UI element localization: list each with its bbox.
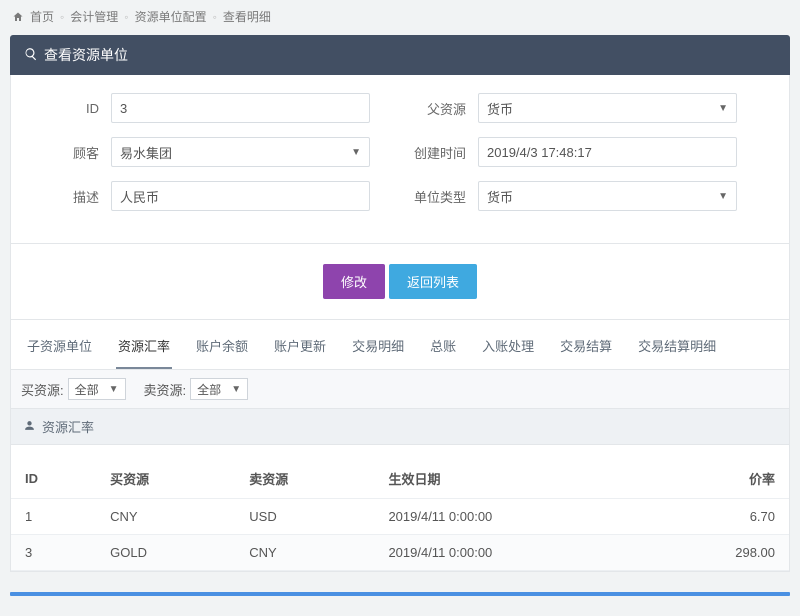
cell-rate: 298.00	[648, 535, 789, 571]
filter-sell-label: 卖资源:	[144, 380, 187, 399]
input-desc[interactable]: 人民币	[111, 181, 370, 211]
label-unit-type: 单位类型	[400, 187, 478, 206]
tab-settlement[interactable]: 交易结算	[558, 330, 614, 369]
home-icon	[12, 11, 24, 23]
cell-sell: USD	[235, 499, 374, 535]
tab-settlement-detail[interactable]: 交易结算明细	[636, 330, 718, 369]
chevron-down-icon: ▼	[718, 103, 728, 114]
col-sell[interactable]: 卖资源	[235, 459, 374, 499]
panel-title: 查看资源单位	[44, 45, 128, 65]
breadcrumb-seg2[interactable]: 资源单位配置	[135, 8, 207, 25]
col-date[interactable]: 生效日期	[374, 459, 648, 499]
cell-id: 3	[11, 535, 96, 571]
tab-balance[interactable]: 账户余额	[194, 330, 250, 369]
filter-buy-select[interactable]: 全部 ▼	[68, 378, 126, 400]
tab-transaction-detail[interactable]: 交易明细	[350, 330, 406, 369]
filter-sell-select[interactable]: 全部 ▼	[190, 378, 248, 400]
breadcrumb-home[interactable]: 首页	[30, 8, 54, 25]
breadcrumb-sep: ◦	[213, 10, 217, 24]
tab-exchange-rate[interactable]: 资源汇率	[116, 330, 172, 369]
label-id: ID	[33, 101, 111, 116]
label-customer: 顾客	[33, 143, 111, 162]
footer-bar	[10, 592, 790, 596]
input-id[interactable]: 3	[111, 93, 370, 123]
rate-table-wrap: ID 买资源 卖资源 生效日期 价率 1 CNY USD 2019/4/11 0…	[10, 445, 790, 572]
breadcrumb-sep: ◦	[60, 10, 64, 24]
cell-sell: CNY	[235, 535, 374, 571]
cell-buy: GOLD	[96, 535, 235, 571]
breadcrumb: 首页 ◦ 会计管理 ◦ 资源单位配置 ◦ 查看明细	[10, 4, 790, 35]
filter-bar: 买资源: 全部 ▼ 卖资源: 全部 ▼	[10, 370, 790, 409]
breadcrumb-seg1[interactable]: 会计管理	[70, 8, 118, 25]
cell-date: 2019/4/11 0:00:00	[374, 499, 648, 535]
col-rate[interactable]: 价率	[648, 459, 789, 499]
select-parent[interactable]: 货币 ▼	[478, 93, 737, 123]
breadcrumb-seg3: 查看明细	[223, 8, 271, 25]
chevron-down-icon: ▼	[718, 191, 728, 202]
tab-ledger[interactable]: 总账	[428, 330, 458, 369]
cell-rate: 6.70	[648, 499, 789, 535]
action-bar: 修改 返回列表	[10, 244, 790, 320]
tab-posting[interactable]: 入账处理	[480, 330, 536, 369]
rate-table: ID 买资源 卖资源 生效日期 价率 1 CNY USD 2019/4/11 0…	[11, 459, 789, 571]
cell-id: 1	[11, 499, 96, 535]
chevron-down-icon: ▼	[351, 147, 361, 158]
panel-title-bar: 查看资源单位	[10, 35, 790, 75]
col-buy[interactable]: 买资源	[96, 459, 235, 499]
tab-bar: 子资源单位 资源汇率 账户余额 账户更新 交易明细 总账 入账处理 交易结算 交…	[10, 320, 790, 370]
cell-buy: CNY	[96, 499, 235, 535]
label-desc: 描述	[33, 187, 111, 206]
tab-account-update[interactable]: 账户更新	[272, 330, 328, 369]
select-customer[interactable]: 易水集团 ▼	[111, 137, 370, 167]
col-id[interactable]: ID	[11, 459, 96, 499]
select-unit-type[interactable]: 货币 ▼	[478, 181, 737, 211]
edit-button[interactable]: 修改	[323, 264, 385, 299]
chevron-down-icon: ▼	[231, 384, 241, 395]
filter-buy-label: 买资源:	[21, 380, 64, 399]
label-created: 创建时间	[400, 143, 478, 162]
table-row[interactable]: 1 CNY USD 2019/4/11 0:00:00 6.70	[11, 499, 789, 535]
detail-form: ID 3 父资源 货币 ▼ 顾客 易水集团 ▼ 创建时间 201	[10, 75, 790, 244]
tab-sub-resource[interactable]: 子资源单位	[25, 330, 94, 369]
sub-header-title: 资源汇率	[42, 417, 94, 436]
cell-date: 2019/4/11 0:00:00	[374, 535, 648, 571]
search-icon	[24, 47, 38, 64]
breadcrumb-sep: ◦	[124, 10, 128, 24]
user-icon	[23, 419, 36, 435]
label-parent: 父资源	[400, 99, 478, 118]
chevron-down-icon: ▼	[109, 384, 119, 395]
table-row[interactable]: 3 GOLD CNY 2019/4/11 0:00:00 298.00	[11, 535, 789, 571]
back-button[interactable]: 返回列表	[389, 264, 477, 299]
sub-header: 资源汇率	[10, 409, 790, 445]
input-created[interactable]: 2019/4/3 17:48:17	[478, 137, 737, 167]
